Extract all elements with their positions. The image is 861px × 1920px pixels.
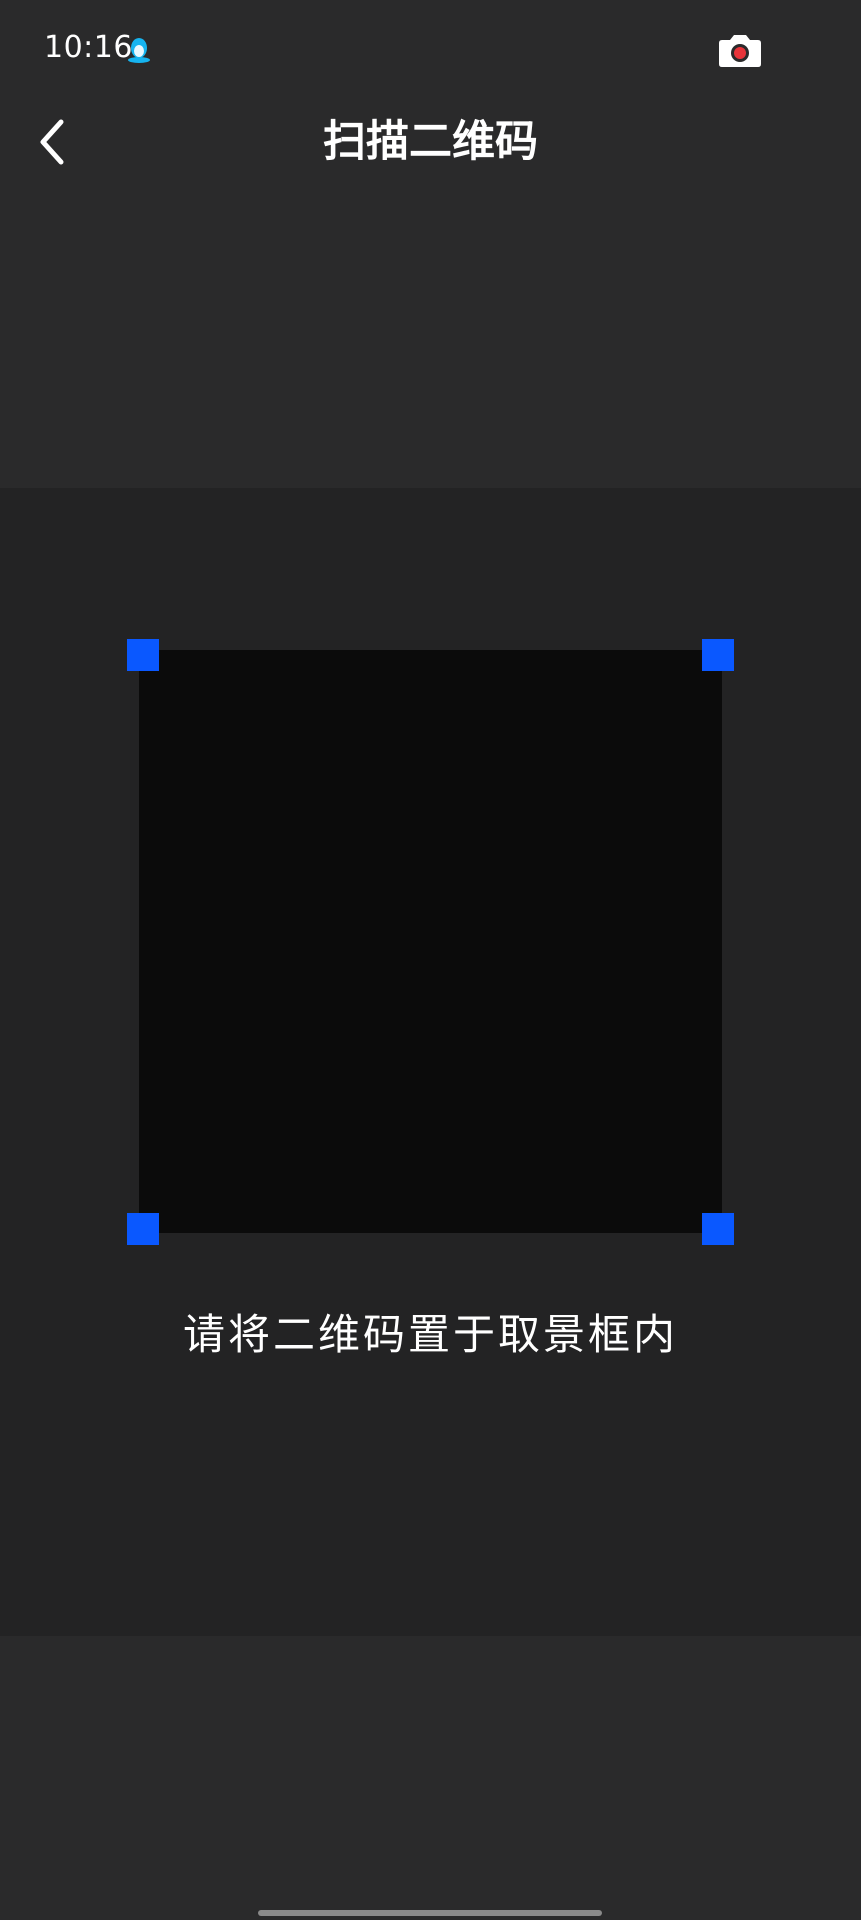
home-gesture-bar[interactable] (258, 1910, 602, 1916)
qr-scan-screen: 10:16 扫描二维码 请将二维码置于取景框内 (0, 0, 861, 1920)
viewfinder-corner-top-left (127, 639, 159, 671)
page-title: 扫描二维码 (323, 117, 538, 167)
camera-recording-icon (718, 34, 762, 68)
top-nav-bar: 扫描二维码 (0, 100, 861, 186)
viewfinder-corner-bottom-left (127, 1213, 159, 1245)
viewfinder-corner-bottom-right (702, 1213, 734, 1245)
scan-viewfinder (139, 650, 722, 1233)
status-time: 10:16 (44, 30, 133, 65)
scan-hint-text: 请将二维码置于取景框内 (182, 1310, 678, 1359)
status-bar: 10:16 (0, 0, 861, 100)
qq-penguin-icon (126, 36, 152, 64)
viewfinder-corner-top-right (702, 639, 734, 671)
